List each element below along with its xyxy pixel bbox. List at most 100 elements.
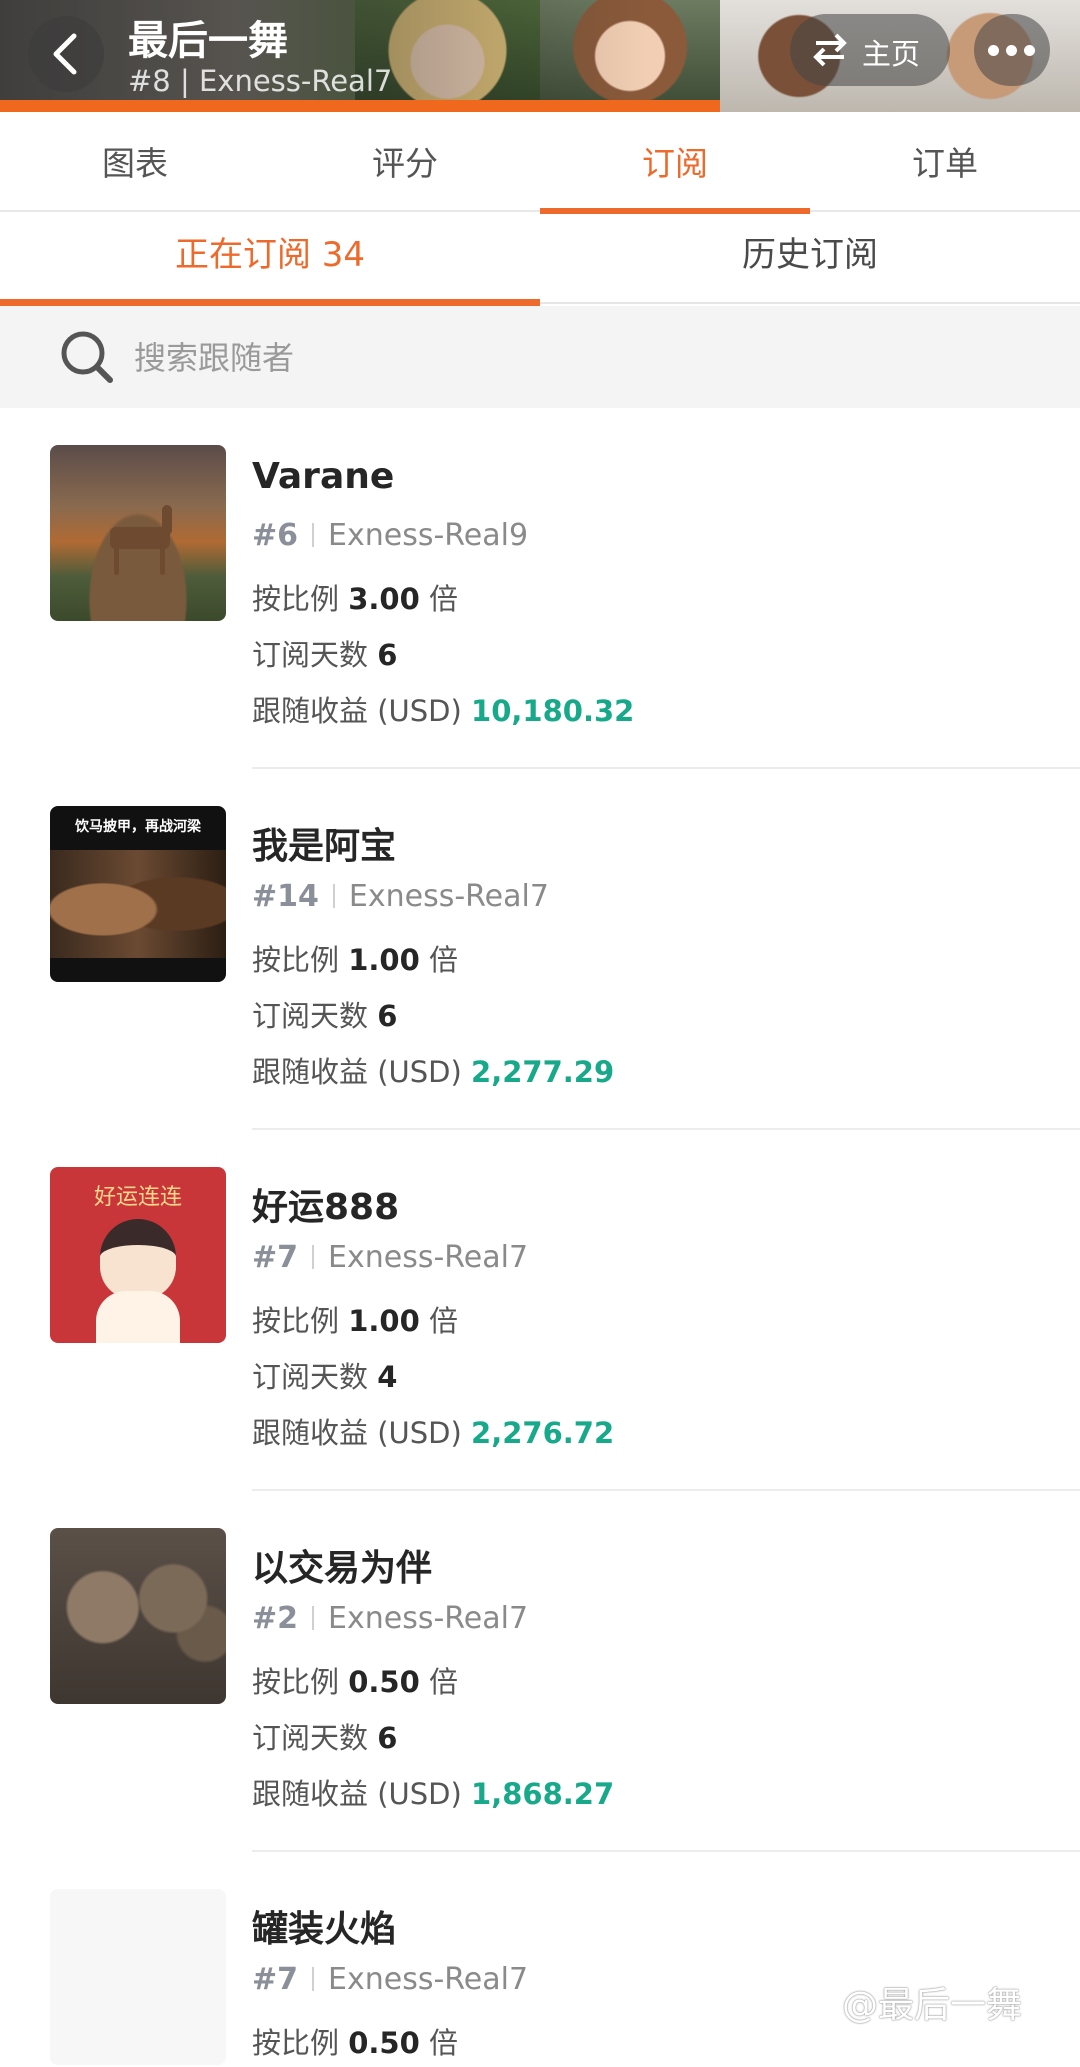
- follower-account: Exness-Real7: [348, 879, 549, 914]
- list-item[interactable]: 罐装火焰 #7 Exness-Real7 按比例 0.50 倍: [0, 1852, 1080, 2067]
- ratio-label: 按比例: [252, 2026, 340, 2060]
- follower-avatar: [50, 445, 226, 621]
- profit-value: 1,868.27: [471, 1777, 615, 1811]
- dot-icon: [1024, 45, 1035, 56]
- ratio-suffix: 倍: [429, 1304, 459, 1338]
- follower-account: Exness-Real9: [328, 518, 529, 553]
- ratio-value: 0.50: [348, 1665, 420, 1699]
- follower-avatar: [50, 1889, 226, 2065]
- days-value: 4: [377, 1360, 398, 1394]
- list-item[interactable]: 饮马披甲，再战河梁 我是阿宝 #14 Exness-Real7 按比例 1.00 …: [0, 769, 1080, 1130]
- days-value: 6: [377, 638, 398, 672]
- follower-rank-account: #14 Exness-Real7: [252, 879, 549, 914]
- separator: |: [179, 64, 199, 98]
- search-input[interactable]: [134, 330, 1014, 386]
- follower-name: Varane: [252, 456, 395, 497]
- trader-account: Exness-Real7: [198, 64, 393, 98]
- trader-rank: #8: [128, 64, 171, 98]
- ratio-value: 3.00: [348, 582, 420, 616]
- main-tabs: 图表 评分 订阅 订单: [0, 112, 1080, 214]
- ratio-value: 1.00: [348, 1304, 420, 1338]
- swap-arrows-icon: [813, 33, 847, 67]
- days-value: 6: [377, 1721, 398, 1755]
- avatar-caption: 好运连连: [93, 1185, 182, 1210]
- avatar-caption: 饮马披甲，再战河梁: [75, 819, 201, 835]
- follower-name: 好运888: [252, 1187, 400, 1228]
- home-button-label: 主页: [862, 37, 921, 71]
- separator: [312, 1967, 315, 1991]
- watermark: @最后一舞: [842, 1985, 1023, 2026]
- follower-rank: #6: [252, 518, 299, 553]
- ratio-label: 按比例: [252, 943, 340, 977]
- profit-label: 跟随收益 (USD): [252, 1416, 462, 1450]
- search-icon: [61, 331, 113, 383]
- list-item[interactable]: 以交易为伴 #2 Exness-Real7 按比例 0.50 倍 订阅天数 6 跟…: [0, 1491, 1080, 1852]
- follower-rank: #7: [252, 1962, 299, 1997]
- separator: [332, 884, 335, 908]
- profit-value: 10,180.32: [471, 694, 635, 728]
- days-line: 订阅天数 6: [252, 993, 397, 1035]
- tab-subscriptions[interactable]: 订阅: [540, 112, 810, 214]
- ratio-line: 按比例 0.50 倍: [252, 1659, 458, 1701]
- follower-name: 以交易为伴: [252, 1548, 433, 1589]
- avatar-image: [50, 850, 226, 958]
- avatar-illustration: [100, 1219, 176, 1299]
- days-label: 订阅天数: [252, 1360, 369, 1394]
- days-line: 订阅天数 4: [252, 1354, 397, 1396]
- days-line: 订阅天数 6: [252, 1715, 397, 1757]
- subscription-subtabs: 正在订阅 34 历史订阅: [0, 214, 1080, 306]
- profit-line: 跟随收益 (USD) 1,868.27: [252, 1771, 614, 1813]
- back-button[interactable]: [28, 16, 104, 92]
- follower-avatar: 好运连连: [50, 1167, 226, 1343]
- dot-icon: [1006, 45, 1017, 56]
- follower-rank: #2: [252, 1601, 299, 1636]
- ratio-label: 按比例: [252, 582, 340, 616]
- ratio-line: 按比例 3.00 倍: [252, 576, 458, 618]
- profit-label: 跟随收益 (USD): [252, 1777, 462, 1811]
- follower-avatar: [50, 1528, 226, 1704]
- ratio-value: 0.50: [348, 2026, 420, 2060]
- header-accent-strip: [0, 100, 720, 112]
- profit-value: 2,276.72: [471, 1416, 615, 1450]
- ratio-suffix: 倍: [429, 1665, 459, 1699]
- profit-label: 跟随收益 (USD): [252, 1055, 462, 1089]
- ratio-label: 按比例: [252, 1304, 340, 1338]
- days-label: 订阅天数: [252, 1721, 369, 1755]
- profit-line: 跟随收益 (USD) 2,276.72: [252, 1410, 614, 1452]
- days-line: 订阅天数 6: [252, 632, 397, 674]
- tab-rating[interactable]: 评分: [270, 112, 540, 210]
- trader-name: 最后一舞: [128, 18, 288, 64]
- home-button[interactable]: 主页: [790, 14, 950, 86]
- follower-rank-account: #7 Exness-Real7: [252, 1240, 528, 1275]
- follower-rank-account: #6 Exness-Real9: [252, 518, 528, 553]
- ratio-line: 按比例 0.50 倍: [252, 2020, 458, 2062]
- separator: [312, 1606, 315, 1630]
- trader-header: 最后一舞 #8 | Exness-Real7 主页: [0, 0, 1080, 112]
- profit-label: 跟随收益 (USD): [252, 694, 462, 728]
- days-label: 订阅天数: [252, 999, 369, 1033]
- separator: [312, 523, 315, 547]
- subtab-current[interactable]: 正在订阅 34: [0, 214, 540, 306]
- tab-chart[interactable]: 图表: [0, 112, 270, 210]
- ratio-line: 按比例 1.00 倍: [252, 1298, 458, 1340]
- ratio-suffix: 倍: [429, 582, 459, 616]
- list-item[interactable]: 好运连连 好运888 #7 Exness-Real7 按比例 1.00 倍 订阅天…: [0, 1130, 1080, 1491]
- avatar-illustration: [96, 1291, 180, 1343]
- search-bar: [0, 306, 1080, 408]
- ratio-label: 按比例: [252, 1665, 340, 1699]
- ratio-value: 1.00: [348, 943, 420, 977]
- tab-orders[interactable]: 订单: [810, 112, 1080, 210]
- ratio-suffix: 倍: [429, 2026, 459, 2060]
- follower-rank-account: #2 Exness-Real7: [252, 1601, 528, 1636]
- follower-avatar: 饮马披甲，再战河梁: [50, 806, 226, 982]
- profit-value: 2,277.29: [471, 1055, 615, 1089]
- follower-rank: #14: [252, 879, 319, 914]
- subtab-history[interactable]: 历史订阅: [540, 214, 1080, 302]
- follower-name: 我是阿宝: [252, 826, 397, 867]
- more-options-button[interactable]: [974, 14, 1050, 86]
- days-value: 6: [377, 999, 398, 1033]
- list-item[interactable]: Varane #6 Exness-Real9 按比例 3.00 倍 订阅天数 6 …: [0, 408, 1080, 769]
- follower-account: Exness-Real7: [328, 1601, 529, 1636]
- dot-icon: [988, 45, 999, 56]
- profit-line: 跟随收益 (USD) 2,277.29: [252, 1049, 614, 1091]
